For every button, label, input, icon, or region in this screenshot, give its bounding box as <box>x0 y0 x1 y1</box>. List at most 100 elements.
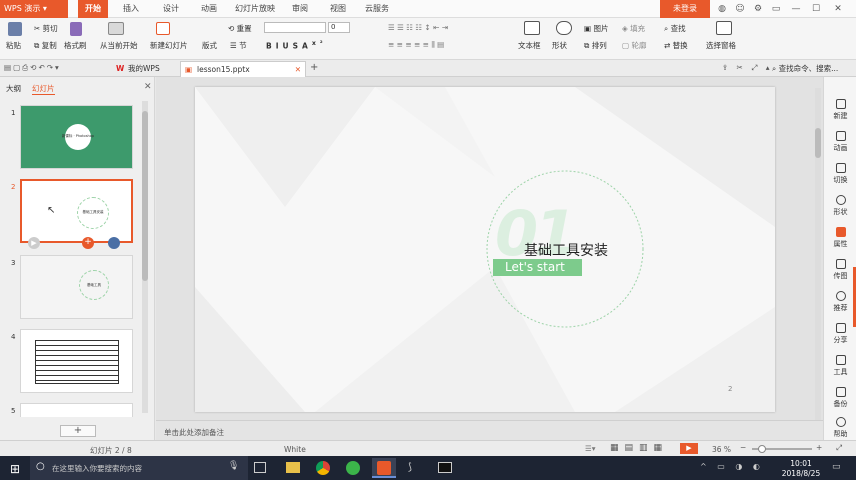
slide-subtitle[interactable]: Let's start <box>493 259 582 276</box>
paragraph-align-buttons[interactable]: ≡ ≡ ≡ ≡ ≡ ⫼ ▤ <box>388 40 444 50</box>
task-view-icon[interactable] <box>254 462 266 473</box>
app-green-icon[interactable] <box>346 461 360 475</box>
pane-transition-button[interactable]: 切换 <box>824 163 856 185</box>
pane-share-button[interactable]: 分享 <box>824 323 856 345</box>
tab-slideshow[interactable]: 幻灯片放映 <box>230 0 280 18</box>
panel-close-icon[interactable]: ✕ <box>144 82 152 92</box>
editor-scrollbar[interactable] <box>815 88 821 420</box>
maximize-icon[interactable]: ☐ <box>806 0 826 18</box>
layout-button[interactable]: 版式 <box>202 40 217 51</box>
panel-scroll-thumb[interactable] <box>142 111 148 281</box>
wps-taskbar-item[interactable] <box>372 458 396 478</box>
zoom-in-button[interactable]: + <box>816 443 822 452</box>
text-box-button[interactable]: 文本框 <box>518 40 541 51</box>
terminal-icon[interactable] <box>438 462 452 473</box>
thumb-add-icon[interactable]: + <box>82 237 94 249</box>
clock-date[interactable]: 2018/8/25 <box>776 469 826 478</box>
fit-window-icon[interactable]: ⤢ <box>836 443 842 453</box>
text-box-icon[interactable] <box>524 21 540 35</box>
zoom-slider-thumb[interactable] <box>758 445 766 453</box>
editor-scroll-thumb[interactable] <box>815 128 821 158</box>
notification-icon[interactable]: ▭ <box>832 462 841 472</box>
slide-thumb-2[interactable]: 基础工具安装 ↖ <box>20 179 133 243</box>
tab-close-icon[interactable]: ✕ <box>295 62 301 77</box>
notes-pane[interactable]: 单击此处添加备注 <box>156 420 823 440</box>
quick-access-toolbar[interactable]: ▤▢⎙⟲↶↷▾ <box>4 63 61 73</box>
restore-icon[interactable]: ▭ <box>766 0 786 18</box>
zoom-out-button[interactable]: − <box>740 443 746 452</box>
new-tab-button[interactable]: + <box>310 62 318 73</box>
tab-my-wps[interactable]: W 我的WPS <box>112 61 176 77</box>
tab-insert[interactable]: 插入 <box>116 0 146 18</box>
minimize-icon[interactable]: — <box>786 0 806 18</box>
tab-lesson15[interactable]: ▣ lesson15.pptx ✕ <box>180 61 306 77</box>
tab-slides[interactable]: 幻灯片 <box>32 83 55 95</box>
tab-cloud[interactable]: 云服务 <box>360 0 394 18</box>
user-icon[interactable]: ☺ <box>730 0 750 18</box>
microphone-icon[interactable]: 🎙 <box>228 461 239 471</box>
tab-home[interactable]: 开始 <box>78 0 108 18</box>
skin-icon[interactable]: ◍ <box>712 0 732 18</box>
tab-tools[interactable]: ⇪ ✂ ⤢ ▴ <box>722 63 773 73</box>
view-mode-buttons[interactable]: ▦▤▥▦ <box>610 443 668 453</box>
outline-button[interactable]: ▢ 轮廓 <box>622 40 646 51</box>
fill-button[interactable]: ◈ 填充 <box>622 23 645 34</box>
picture-button[interactable]: ▣ 图片 <box>584 23 608 34</box>
pane-shape-button[interactable]: 形状 <box>824 195 856 217</box>
pane-upload-button[interactable]: 传图 <box>824 259 856 281</box>
zoom-slider[interactable] <box>752 445 812 453</box>
pane-help-button[interactable]: 帮助 <box>824 417 856 439</box>
command-search[interactable]: ⌕ 查找命令、搜索... <box>772 63 838 74</box>
thumb-play-icon[interactable]: ▶ <box>28 237 40 249</box>
panel-scrollbar[interactable] <box>142 101 148 413</box>
add-slide-button[interactable]: + <box>60 425 96 437</box>
font-size-dropdown[interactable]: 0 <box>328 22 350 33</box>
arrange-button[interactable]: ⧉ 排列 <box>584 40 607 51</box>
file-explorer-icon[interactable] <box>286 462 300 473</box>
reset-button[interactable]: ⟲ 重置 <box>228 23 252 34</box>
paste-label[interactable]: 粘贴 <box>6 40 21 51</box>
slide-thumb-5[interactable] <box>20 403 133 417</box>
shape-icon[interactable] <box>556 21 572 35</box>
windows-start-icon[interactable]: ⊞ <box>10 462 20 476</box>
app-menu-button[interactable]: WPS 演示 ▾ <box>0 0 68 18</box>
pane-animation-button[interactable]: 动画 <box>824 131 856 153</box>
pane-tools-button[interactable]: 工具 <box>824 355 856 377</box>
tab-animation[interactable]: 动画 <box>194 0 224 18</box>
tab-view[interactable]: 视图 <box>324 0 352 18</box>
thumb-more-icon[interactable] <box>108 237 120 249</box>
slide-thumb-1[interactable]: 新课标 · Photoshop <box>20 105 133 169</box>
tab-outline[interactable]: 大纲 <box>6 83 21 94</box>
find-button[interactable]: ⌕ 查找 <box>664 23 686 34</box>
from-current-button[interactable]: 从当前开始 <box>100 40 138 51</box>
system-tray-icons[interactable]: ^ ▭ ◑ ◐ <box>700 462 764 471</box>
slide-thumb-3[interactable]: 基础工具 <box>20 255 133 319</box>
font-style-buttons[interactable]: BIUSAx² <box>266 40 327 51</box>
pane-recommend-button[interactable]: 推荐 <box>824 291 856 313</box>
pane-backup-button[interactable]: 备份 <box>824 387 856 409</box>
select-pane-icon[interactable] <box>716 21 732 35</box>
font-name-dropdown[interactable] <box>264 22 326 33</box>
recorder-icon[interactable]: ⟆ <box>408 462 412 473</box>
pane-new-button[interactable]: 新建 <box>824 99 856 121</box>
pane-properties-button[interactable]: 属性 <box>824 227 856 249</box>
new-slide-icon[interactable] <box>156 22 170 35</box>
format-painter-icon[interactable] <box>70 22 82 36</box>
paste-icon[interactable] <box>8 22 22 36</box>
chrome-icon[interactable] <box>316 461 330 475</box>
login-button[interactable]: 未登录 <box>660 0 710 18</box>
new-slide-button[interactable]: 新建幻灯片 <box>150 40 188 51</box>
cut-button[interactable]: ✂ 剪切 <box>34 23 58 34</box>
shape-button[interactable]: 形状 <box>552 40 567 51</box>
copy-button[interactable]: ⧉ 复制 <box>34 40 57 51</box>
tab-review[interactable]: 审阅 <box>286 0 314 18</box>
settings-icon[interactable]: ⚙ <box>748 0 768 18</box>
clock-time[interactable]: 10:01 <box>776 459 826 468</box>
spell-check-icon[interactable]: ☰▾ <box>585 444 596 453</box>
from-current-icon[interactable] <box>108 22 124 35</box>
tab-design[interactable]: 设计 <box>156 0 186 18</box>
section-button[interactable]: ☰ 节 <box>230 40 247 51</box>
play-slideshow-button[interactable]: ▶ <box>680 443 698 454</box>
replace-button[interactable]: ⇄ 替换 <box>664 40 688 51</box>
slide-thumb-4[interactable] <box>20 329 133 393</box>
